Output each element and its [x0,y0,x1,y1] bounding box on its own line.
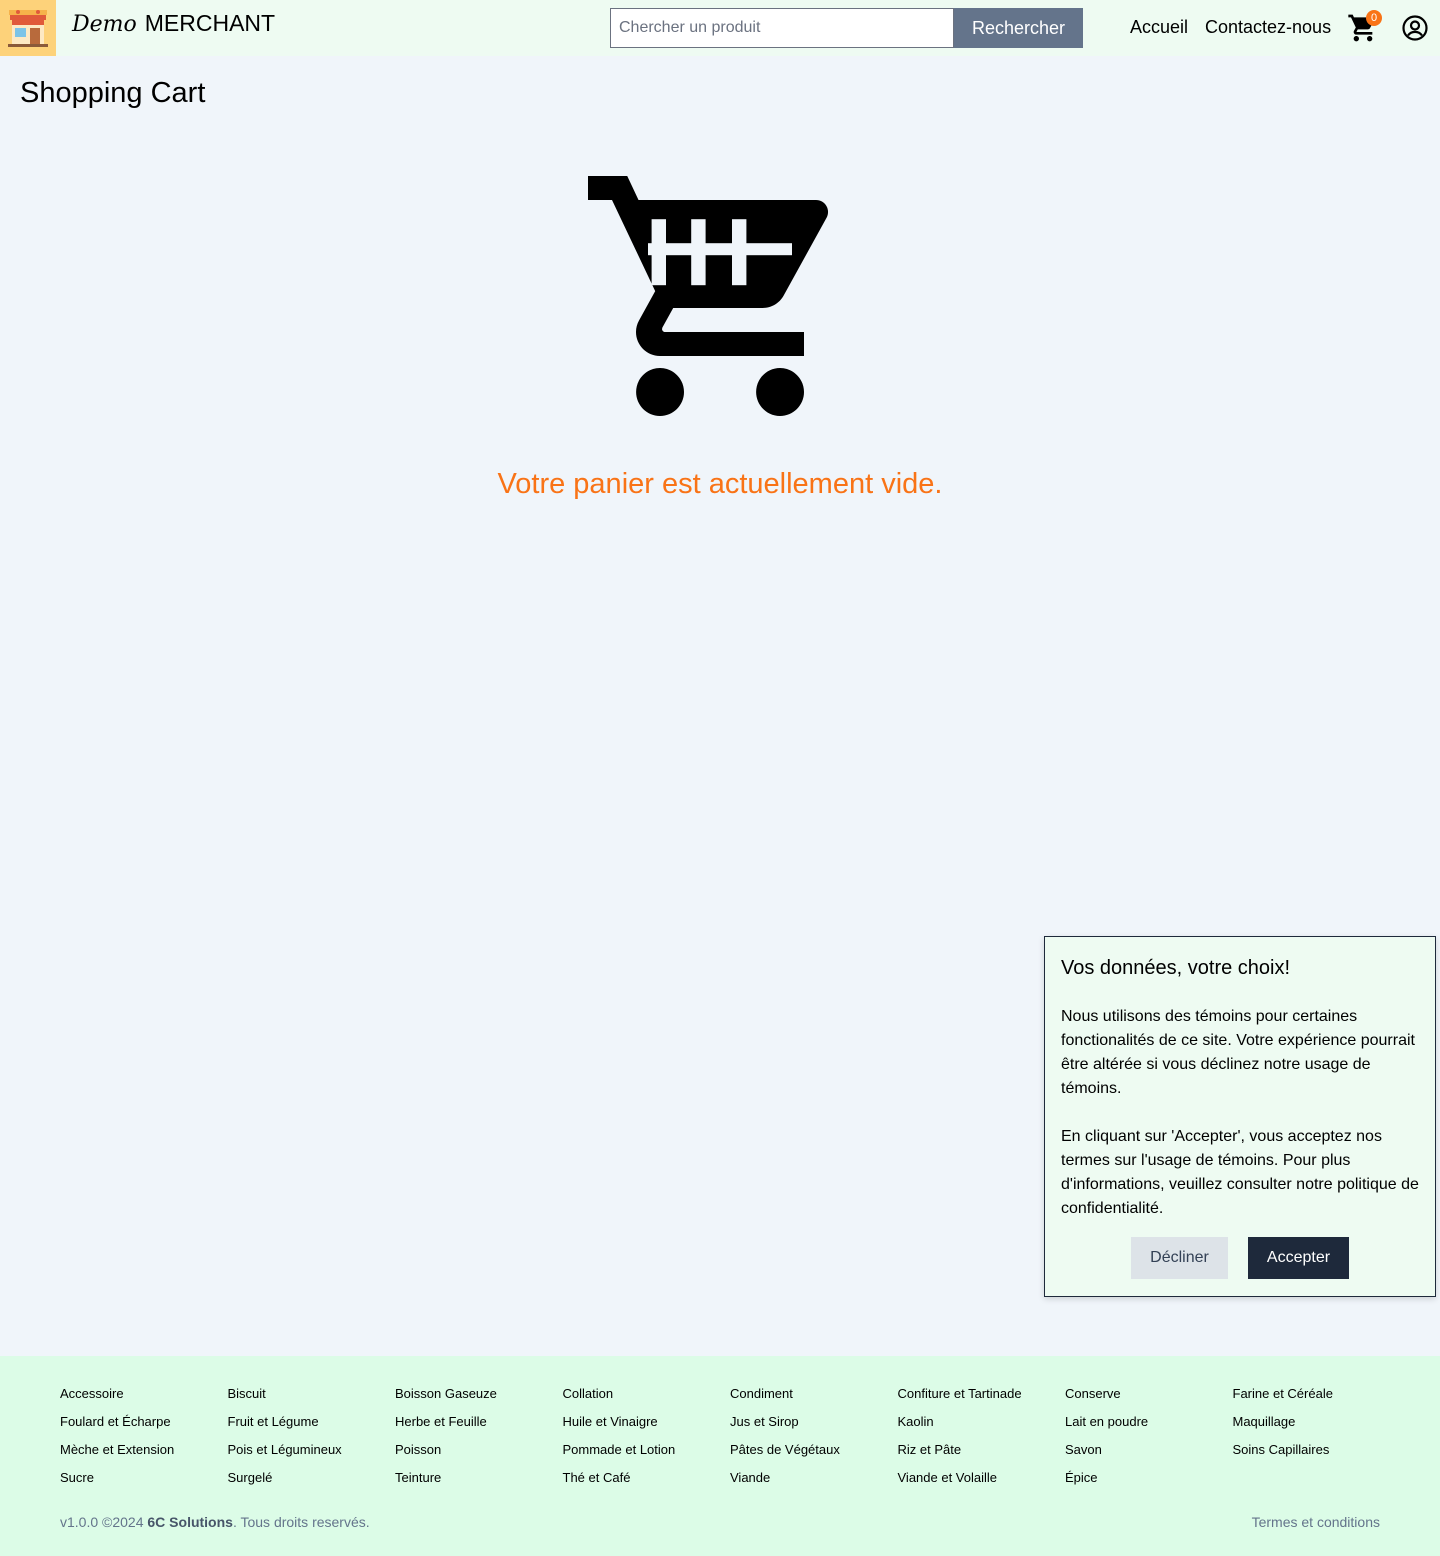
cookie-actions: Décliner Accepter [1045,1237,1435,1279]
category-link[interactable]: Pommade et Lotion [563,1436,731,1464]
category-link[interactable]: Confiture et Tartinade [898,1380,1066,1408]
empty-cart-icon [588,176,829,416]
category-link[interactable]: Viande et Volaille [898,1464,1066,1492]
category-link[interactable]: Biscuit [228,1380,396,1408]
category-link[interactable]: Fruit et Légume [228,1408,396,1436]
category-link[interactable]: Viande [730,1464,898,1492]
category-link[interactable]: Maquillage [1233,1408,1401,1436]
category-link[interactable]: Kaolin [898,1408,1066,1436]
category-link[interactable]: Herbe et Feuille [395,1408,563,1436]
category-link[interactable]: Mèche et Extension [60,1436,228,1464]
category-link[interactable]: Collation [563,1380,731,1408]
account-button[interactable] [1402,15,1428,41]
copyright-prefix: v1.0.0 ©2024 [60,1514,144,1530]
cookie-consent-dialog: Vos données, votre choix! Nous utilisons… [1044,936,1436,1297]
user-circle-icon [1402,15,1428,41]
category-link[interactable]: Foulard et Écharpe [60,1408,228,1436]
page-title: Shopping Cart [20,77,206,109]
cart-button[interactable]: 0 [1346,10,1382,44]
category-link[interactable]: Farine et Céréale [1233,1380,1401,1408]
category-link[interactable]: Thé et Café [563,1464,731,1492]
category-link[interactable]: Huile et Vinaigre [563,1408,731,1436]
category-link[interactable]: Condiment [730,1380,898,1408]
category-link[interactable]: Pois et Légumineux [228,1436,396,1464]
category-link[interactable]: Épice [1065,1464,1233,1492]
category-link[interactable]: Conserve [1065,1380,1233,1408]
category-link[interactable]: Pâtes de Végétaux [730,1436,898,1464]
accept-cookies-button[interactable]: Accepter [1248,1237,1349,1279]
copyright-text: v1.0.0 ©2024 6C Solutions. Tous droits r… [60,1514,370,1530]
category-link[interactable]: Accessoire [60,1380,228,1408]
cookie-paragraph-1: Nous utilisons des témoins pour certaine… [1061,1008,1415,1097]
cookie-paragraph-2: En cliquant sur 'Accepter', vous accepte… [1061,1128,1419,1217]
category-link[interactable]: Surgelé [228,1464,396,1492]
brand-title: MERCHANT [144,10,276,36]
site-footer: Accessoire Biscuit Boisson Gaseuze Collatio… [0,1356,1440,1556]
search-input[interactable] [610,8,954,48]
copyright-suffix: . Tous droits reservés. [232,1514,370,1530]
site-header: Demo MERCHANT Rechercher Accueil Contact… [0,0,1440,56]
category-link[interactable]: Lait en poudre [1065,1408,1233,1436]
company-link[interactable]: 6C Solutions [147,1514,233,1530]
cart-count-badge: 0 [1366,10,1382,26]
cookie-title: Vos données, votre choix! [1061,957,1291,979]
category-link[interactable]: Jus et Sirop [730,1408,898,1436]
nav-home-link[interactable]: Accueil [1130,17,1188,38]
category-link[interactable]: Sucre [60,1464,228,1492]
category-link[interactable]: Riz et Pâte [898,1436,1066,1464]
cookie-description: Nous utilisons des témoins pour certaine… [1061,1005,1419,1221]
category-link[interactable]: Soins Capillaires [1233,1436,1401,1464]
brand-script: Demo [72,12,137,37]
category-link[interactable]: Boisson Gaseuze [395,1380,563,1408]
storefront-logo-icon[interactable] [0,0,56,56]
category-link[interactable]: Poisson [395,1436,563,1464]
brand-name[interactable]: Demo MERCHANT [72,10,275,40]
nav-contact-link[interactable]: Contactez-nous [1205,17,1331,38]
empty-cart-message: Votre panier est actuellement vide. [497,468,943,500]
terms-link[interactable]: Termes et conditions [1252,1514,1380,1530]
search-button[interactable]: Rechercher [954,8,1083,48]
category-links: Accessoire Biscuit Boisson Gaseuze Collatio… [60,1380,1400,1492]
category-link[interactable]: Teinture [395,1464,563,1492]
category-link[interactable]: Savon [1065,1436,1233,1464]
decline-cookies-button[interactable]: Décliner [1131,1237,1228,1279]
